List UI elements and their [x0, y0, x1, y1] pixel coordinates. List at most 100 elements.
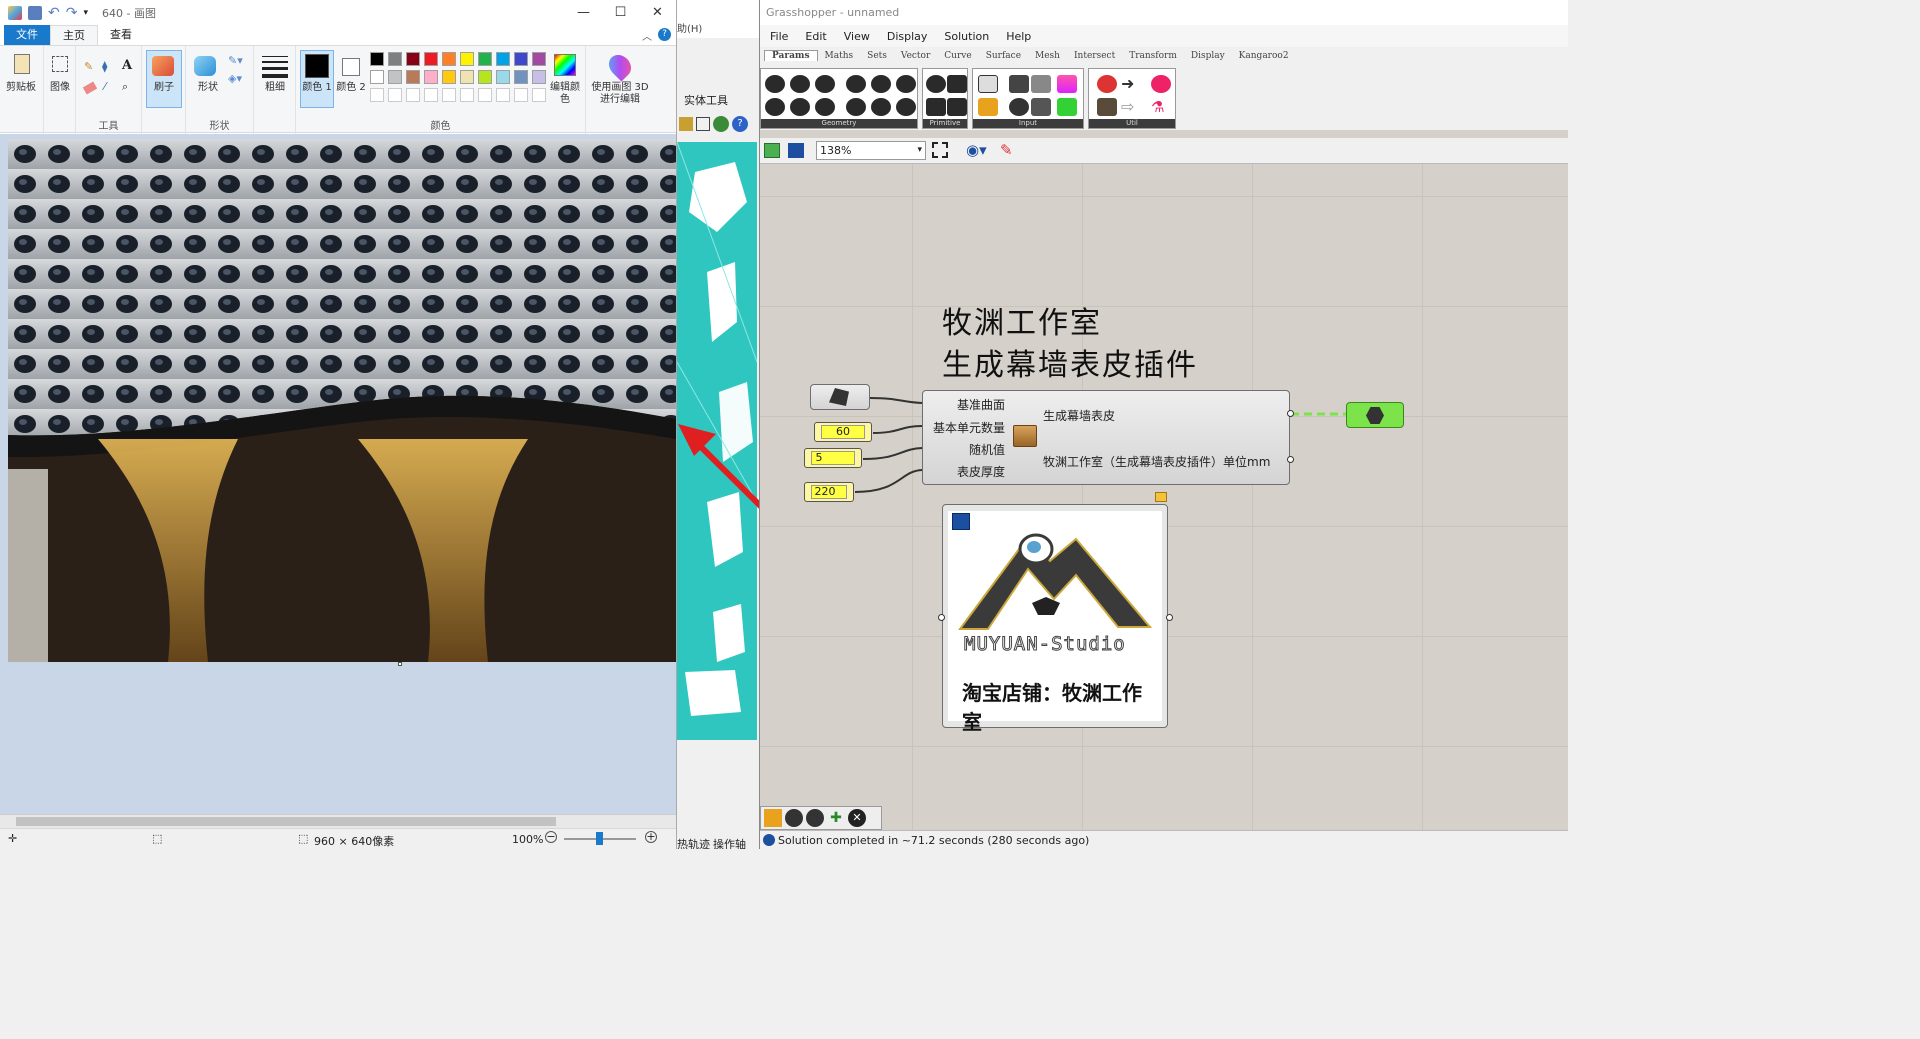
redo-icon[interactable]: ↷ — [66, 5, 78, 21]
gh-tab-sets[interactable]: Sets — [860, 51, 894, 61]
image-panel-input-port[interactable] — [938, 614, 945, 621]
palette-swatch[interactable] — [496, 70, 510, 84]
gh-tab-curve[interactable]: Curve — [937, 51, 978, 61]
palette-swatch[interactable] — [442, 52, 456, 66]
tree-icon[interactable] — [1097, 98, 1117, 116]
import-icon[interactable] — [978, 75, 998, 93]
gh-tab-kangaroo2[interactable]: Kangaroo2 — [1232, 51, 1296, 61]
zoom-dropdown[interactable]: 138% ▾ — [816, 141, 926, 160]
gh-menu-help[interactable]: Help — [1006, 30, 1031, 43]
palette-swatch[interactable] — [406, 70, 420, 84]
slider-thickness[interactable]: 220 — [804, 482, 854, 502]
matrix-icon[interactable] — [1057, 98, 1077, 116]
undo-icon[interactable]: ↶ — [48, 5, 60, 21]
palette-swatch[interactable] — [388, 70, 402, 84]
zoom-out-button[interactable]: − — [545, 831, 557, 843]
gh-tab-transform[interactable]: Transform — [1122, 51, 1184, 61]
image-panel[interactable]: MUYUAN-Studio 淘宝店铺：牧渊工作室 — [942, 504, 1168, 734]
palette-empty-swatch[interactable] — [514, 88, 528, 102]
arrow-outline-icon[interactable]: ⇨ — [1121, 98, 1141, 116]
flask-icon[interactable]: ⚗ — [1151, 98, 1171, 116]
palette-empty-swatch[interactable] — [478, 88, 492, 102]
geometry-param-icon[interactable] — [815, 75, 835, 93]
gh-canvas[interactable]: 牧渊工作室 生成幕墙表皮插件 60 5 220 基准曲面 基本单元数量 随机值 — [760, 164, 1568, 830]
palette-swatch[interactable] — [388, 52, 402, 66]
list-icon[interactable] — [1031, 98, 1051, 116]
boolean-param-icon[interactable] — [926, 98, 946, 116]
fill-shape-icon[interactable]: ◈▾ — [228, 72, 242, 85]
edit-colors-button[interactable]: 编辑颜色 — [550, 82, 580, 106]
text-param-icon[interactable] — [947, 98, 967, 116]
shape-button[interactable]: 形状 — [194, 82, 222, 94]
eraser-icon[interactable] — [82, 81, 98, 95]
palette-empty-swatch[interactable] — [460, 88, 474, 102]
palette-swatch[interactable] — [532, 70, 546, 84]
palette-swatch[interactable] — [478, 52, 492, 66]
gh-tab-intersect[interactable]: Intersect — [1067, 51, 1122, 61]
pencil-icon[interactable]: ✎ — [84, 60, 93, 73]
clipboard-button[interactable]: 剪贴板 — [6, 82, 36, 94]
color1-button[interactable]: 颜色 1 — [302, 82, 332, 94]
palette-empty-swatch[interactable] — [406, 88, 420, 102]
integer-param-icon[interactable] — [947, 75, 967, 93]
gh-menu-view[interactable]: View — [844, 30, 870, 43]
tab-home[interactable]: 主页 — [50, 25, 98, 45]
fill-icon[interactable]: ⧫ — [102, 60, 107, 73]
color-picker-icon[interactable]: ⁄ — [104, 80, 106, 93]
image-button[interactable]: 图像 — [46, 82, 74, 94]
zoom-in-button[interactable]: + — [645, 831, 657, 843]
open-file-icon[interactable] — [764, 143, 780, 158]
gh-tab-maths[interactable]: Maths — [818, 51, 861, 61]
palette-swatch[interactable] — [442, 70, 456, 84]
quick-curve-icon[interactable] — [806, 809, 824, 827]
color2-button[interactable]: 颜色 2 — [336, 82, 366, 94]
palette-swatch[interactable] — [460, 70, 474, 84]
palette-empty-swatch[interactable] — [424, 88, 438, 102]
arrow-right-icon[interactable]: ➜ — [1121, 75, 1141, 93]
geometry-param-icon[interactable] — [896, 98, 916, 116]
rhino-bottom-label-a[interactable]: 热轨迹 — [677, 836, 710, 849]
palette-swatch[interactable] — [514, 70, 528, 84]
gradient-icon[interactable] — [1031, 75, 1051, 93]
geometry-param[interactable] — [810, 384, 870, 410]
palette-swatch[interactable] — [496, 52, 510, 66]
close-button[interactable]: ✕ — [639, 0, 676, 25]
scrollbar-thumb[interactable] — [16, 817, 556, 826]
save-icon[interactable] — [28, 5, 42, 20]
palette-swatch[interactable] — [460, 52, 474, 66]
cherry-icon[interactable] — [1097, 75, 1117, 93]
gh-menu-solution[interactable]: Solution — [944, 30, 989, 43]
toggle-icon[interactable] — [1009, 75, 1029, 93]
rhino-help-menu[interactable]: 助(H) — [677, 20, 702, 35]
magnifier-icon[interactable]: ⌕ — [122, 80, 128, 94]
palette-swatch[interactable] — [406, 52, 420, 66]
text-icon[interactable]: A — [122, 58, 132, 73]
save-file-icon[interactable] — [788, 143, 804, 158]
quick-access-dropdown-icon[interactable]: ▾ — [83, 8, 88, 18]
palette-swatch[interactable] — [532, 52, 546, 66]
number-param-icon[interactable] — [926, 75, 946, 93]
size-button[interactable]: 粗细 — [260, 82, 290, 94]
gh-menu-display[interactable]: Display — [887, 30, 928, 43]
geometry-param-icon[interactable] — [790, 98, 810, 116]
geometry-param-icon[interactable] — [790, 75, 810, 93]
button-icon[interactable] — [1009, 98, 1029, 116]
geometry-param-icon[interactable] — [846, 98, 866, 116]
preview-eye-icon[interactable]: ◉▾ — [966, 141, 987, 159]
sketch-pen-icon[interactable]: ✎ — [1000, 141, 1013, 159]
green-geometry-param[interactable] — [1346, 402, 1404, 428]
geometry-param-icon[interactable] — [765, 75, 785, 93]
output-port-info[interactable] — [1287, 456, 1294, 463]
palette-empty-swatch[interactable] — [388, 88, 402, 102]
palette-swatch[interactable] — [370, 70, 384, 84]
minimize-button[interactable]: — — [565, 0, 602, 25]
maximize-button[interactable]: ☐ — [602, 0, 639, 25]
geometry-param-icon[interactable] — [846, 75, 866, 93]
palette-empty-swatch[interactable] — [442, 88, 456, 102]
zoom-slider-thumb[interactable] — [596, 832, 603, 845]
zoom-extents-icon[interactable] — [932, 142, 948, 158]
geometry-param-icon[interactable] — [765, 98, 785, 116]
pink-sphere-icon[interactable] — [1151, 75, 1171, 93]
quick-close-icon[interactable]: ✕ — [848, 809, 866, 827]
palette-swatch[interactable] — [424, 52, 438, 66]
